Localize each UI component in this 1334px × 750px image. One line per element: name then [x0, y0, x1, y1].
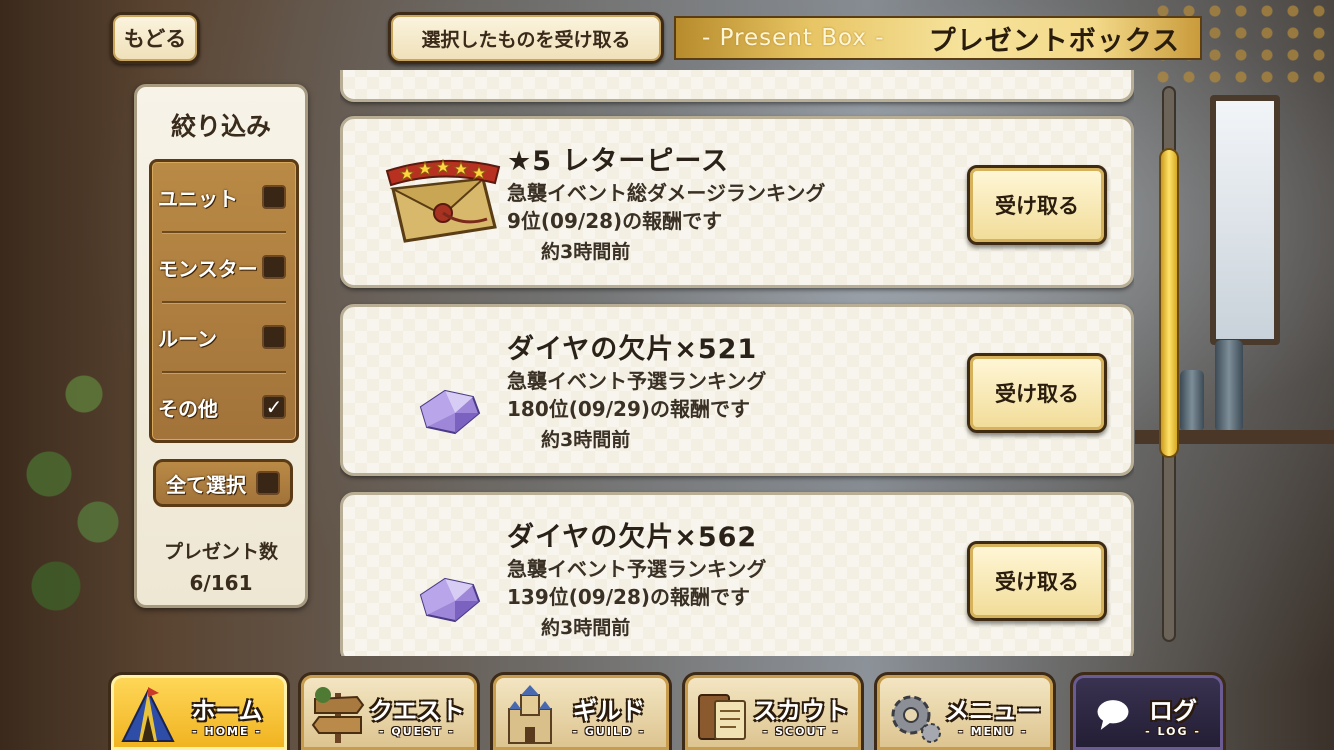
present-name: ダイヤの欠片×562: [507, 522, 758, 553]
title-subtitle: - Present Box -: [702, 25, 885, 51]
background-plant: [0, 330, 140, 650]
receive-button[interactable]: 受け取る: [967, 353, 1107, 433]
nav-sublabel: - LOG -: [1145, 725, 1201, 738]
present-list[interactable]: ★5 レターピース 急襲イベント総ダメージランキング 9位(09/28)の報酬で…: [340, 70, 1134, 656]
filter-item-label: ルーン: [158, 326, 217, 351]
checkbox[interactable]: [262, 255, 286, 279]
nav-quest[interactable]: クエスト - QUEST -: [298, 672, 480, 750]
nav-label: ギルド: [573, 697, 645, 725]
nav-home[interactable]: ホーム - HOME -: [108, 672, 290, 750]
nav-log[interactable]: ログ - LOG -: [1070, 672, 1226, 750]
nav-label: クエスト: [369, 697, 465, 725]
scroll-book-icon: [698, 694, 746, 740]
list-item: ダイヤの欠片×521 急襲イベント予選ランキング 180位(09/29)の報酬で…: [340, 304, 1134, 476]
receive-button[interactable]: 受け取る: [967, 165, 1107, 245]
present-name: ダイヤの欠片×521: [507, 334, 758, 365]
filter-item-label: ユニット: [158, 186, 238, 211]
nav-label: ログ: [1149, 697, 1197, 725]
select-all-label: 全て選択: [166, 472, 246, 497]
scrollbar-thumb[interactable]: [1159, 148, 1179, 458]
present-timestamp: 約3時間前: [541, 617, 631, 639]
filter-item-other[interactable]: その他 ✓: [152, 372, 296, 442]
checkbox-checked[interactable]: ✓: [262, 395, 286, 419]
present-timestamp: 約3時間前: [541, 241, 631, 263]
signpost-icon: [311, 687, 365, 743]
present-description: 9位(09/28)の報酬です: [507, 209, 723, 233]
diamond-shard-icon: [419, 389, 481, 435]
present-description: 180位(09/29)の報酬です: [507, 397, 750, 421]
gear-icon: [891, 695, 941, 743]
receive-selected-button[interactable]: 選択したものを受け取る: [388, 12, 664, 64]
title-banner: - Present Box - プレゼントボックス: [674, 16, 1202, 60]
nav-scout[interactable]: スカウト - SCOUT -: [682, 672, 864, 750]
background-window: [1210, 95, 1280, 345]
present-timestamp: 約3時間前: [541, 429, 631, 451]
filter-panel: 絞り込み ユニット モンスター ルーン その他 ✓ 全て選択 プレゼント数 6/…: [134, 84, 308, 608]
checkbox[interactable]: [262, 325, 286, 349]
receive-button[interactable]: 受け取る: [967, 541, 1107, 621]
filter-item-rune[interactable]: ルーン: [152, 302, 296, 372]
filter-item-label: モンスター: [158, 256, 258, 281]
tent-icon: [121, 687, 175, 742]
background-jar: [1180, 370, 1204, 430]
page-title: プレゼントボックス: [928, 25, 1180, 57]
filter-title: 絞り込み: [170, 112, 271, 141]
list-item: ★5 レターピース 急襲イベント総ダメージランキング 9位(09/28)の報酬で…: [340, 116, 1134, 288]
filter-box: ユニット モンスター ルーン その他 ✓: [149, 159, 299, 443]
nav-sublabel: - GUILD -: [572, 725, 646, 738]
checkbox[interactable]: [256, 471, 280, 495]
present-count-label: プレゼント数: [163, 541, 278, 563]
present-count-value: 6/161: [189, 571, 253, 595]
filter-item-unit[interactable]: ユニット: [152, 162, 296, 232]
present-description: 急襲イベント予選ランキング: [507, 557, 767, 581]
diamond-shard-icon: [419, 577, 481, 623]
nav-label: メニュー: [945, 697, 1041, 725]
checkbox[interactable]: [262, 185, 286, 209]
nav-sublabel: - QUEST -: [378, 725, 455, 738]
present-description: 139位(09/28)の報酬です: [507, 585, 750, 609]
nav-label: スカウト: [753, 697, 849, 725]
select-all-button[interactable]: 全て選択: [153, 459, 293, 507]
filter-item-label: その他: [158, 396, 218, 421]
background-bottle: [1215, 340, 1243, 430]
back-button[interactable]: もどる: [110, 12, 200, 64]
nav-sublabel: - HOME -: [192, 725, 262, 738]
filter-item-monster[interactable]: モンスター: [152, 232, 296, 302]
list-item: ダイヤの欠片×562 急襲イベント予選ランキング 139位(09/28)の報酬で…: [340, 492, 1134, 656]
nav-sublabel: - MENU -: [958, 725, 1028, 738]
letter-piece-icon: [385, 158, 501, 243]
list-item: [340, 70, 1134, 102]
castle-icon: [508, 685, 552, 744]
present-description: 急襲イベント総ダメージランキング: [507, 181, 826, 205]
present-description: 急襲イベント予選ランキング: [507, 369, 767, 393]
nav-sublabel: - SCOUT -: [762, 725, 840, 738]
nav-label: ホーム: [191, 697, 263, 725]
present-name: ★5 レターピース: [507, 146, 730, 177]
nav-menu[interactable]: メニュー - MENU -: [874, 672, 1056, 750]
nav-guild[interactable]: ギルド - GUILD -: [490, 672, 672, 750]
chat-bubble-icon: [1097, 700, 1129, 730]
